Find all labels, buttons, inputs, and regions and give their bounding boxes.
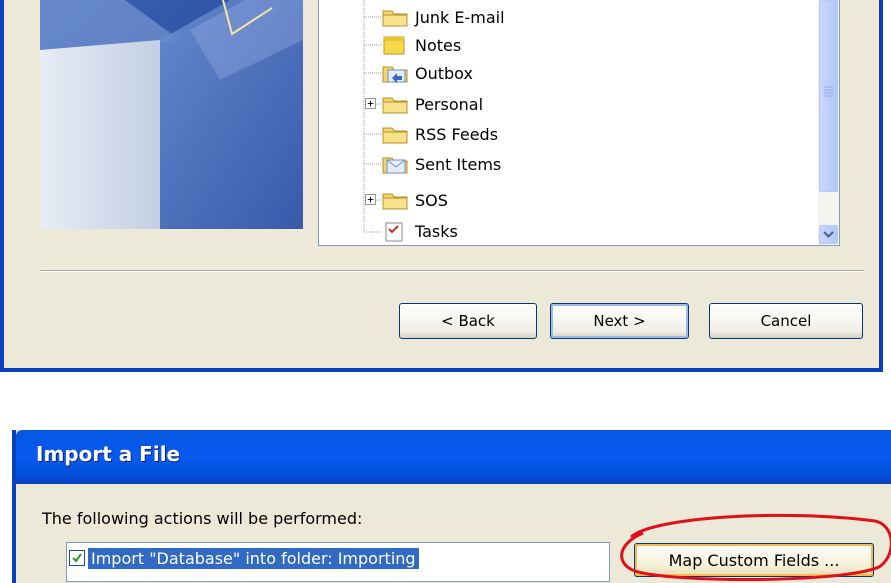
- list-item[interactable]: Import "Database" into folder: Importing: [69, 546, 419, 570]
- map-custom-fields-button[interactable]: Map Custom Fields ...: [634, 543, 874, 577]
- scrollbar-thumb[interactable]: [819, 0, 838, 192]
- tree-item-rss-feeds[interactable]: RSS Feeds: [381, 121, 498, 147]
- folder-icon: [382, 127, 408, 144]
- folder-icon: [382, 10, 408, 27]
- button-separator: [40, 270, 864, 272]
- tree-item-personal[interactable]: Personal: [381, 91, 483, 117]
- import-export-wizard-dialog: Junk E-mail Notes Outbox + Personal RSS …: [0, 0, 883, 372]
- tree-item-tasks[interactable]: Tasks: [381, 218, 458, 244]
- expand-personal-icon[interactable]: +: [365, 98, 376, 109]
- folder-icon: [382, 193, 408, 210]
- sent-items-folder-icon: [382, 157, 408, 174]
- tree-item-junk-email[interactable]: Junk E-mail: [381, 4, 505, 30]
- dialog-title: Import a File: [36, 442, 181, 466]
- actions-heading: The following actions will be performed:: [42, 509, 363, 528]
- actions-list[interactable]: Import "Database" into folder: Importing: [66, 542, 610, 582]
- expand-sos-icon[interactable]: +: [365, 194, 376, 205]
- scroll-down-button[interactable]: [819, 225, 838, 244]
- wizard-side-image: [40, 0, 303, 229]
- outbox-folder-icon: [382, 66, 408, 83]
- checkmark-icon: [72, 553, 82, 563]
- folder-icon: [382, 97, 408, 114]
- tree-item-notes[interactable]: Notes: [381, 32, 461, 58]
- tasks-folder-icon: [385, 222, 403, 242]
- cancel-button[interactable]: Cancel: [709, 303, 863, 339]
- notes-folder-icon: [383, 36, 405, 55]
- folder-tree[interactable]: Junk E-mail Notes Outbox + Personal RSS …: [318, 0, 840, 246]
- tree-item-sent-items[interactable]: Sent Items: [381, 151, 501, 177]
- tree-scrollbar[interactable]: [818, 0, 839, 245]
- title-bar[interactable]: Import a File: [16, 430, 891, 484]
- tree-item-sos[interactable]: SOS: [381, 187, 448, 213]
- tree-item-outbox[interactable]: Outbox: [381, 60, 473, 86]
- action-checkbox[interactable]: [69, 550, 85, 566]
- next-button[interactable]: Next >: [550, 303, 689, 339]
- back-button[interactable]: < Back: [399, 303, 537, 339]
- chevron-down-icon: [823, 230, 834, 238]
- action-label: Import "Database" into folder: Importing: [88, 547, 419, 569]
- import-a-file-dialog: Import a File The following actions will…: [12, 430, 891, 583]
- grip-icon: [824, 86, 833, 97]
